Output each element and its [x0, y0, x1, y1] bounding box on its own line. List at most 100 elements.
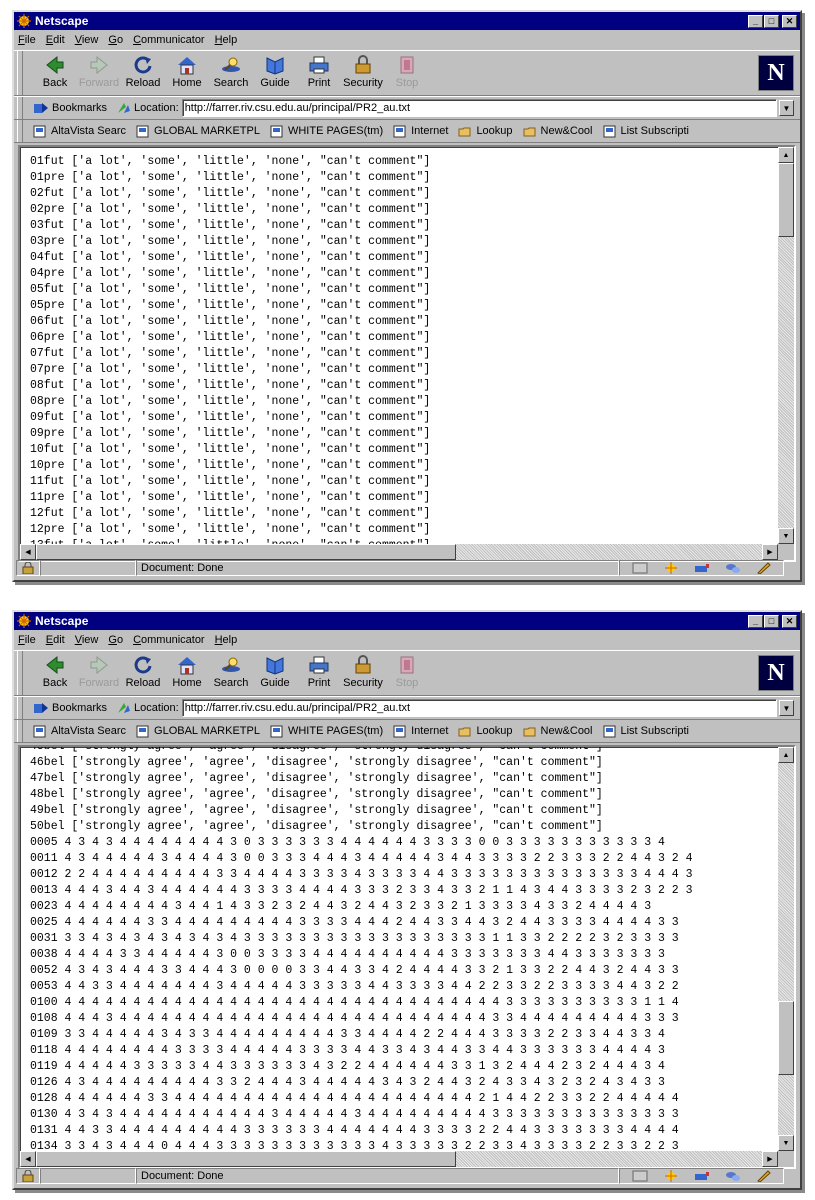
scroll-down-button[interactable]: ▼ [778, 528, 794, 544]
bookmark-lookup[interactable]: Lookup [458, 725, 513, 738]
bookmark-white-pages[interactable]: WHITE PAGES(tm) [270, 725, 383, 738]
home-button[interactable]: Home [165, 651, 209, 693]
location-grip[interactable] [17, 697, 23, 719]
maximize-button[interactable]: □ [764, 14, 779, 28]
bookmark-global-marketplace[interactable]: GLOBAL MARKETPL [136, 725, 260, 738]
back-button[interactable]: Back [33, 651, 77, 693]
print-button[interactable]: Print [297, 51, 341, 93]
hscroll-thumb[interactable] [36, 1151, 456, 1167]
menu-communicator[interactable]: Communicator [133, 34, 205, 46]
location-grip[interactable] [17, 97, 23, 119]
bookmark-list-subscriptions[interactable]: List Subscripti [603, 125, 689, 138]
location-dropdown-button[interactable]: ▼ [779, 100, 794, 116]
text-line: 11fut ['a lot', 'some', 'little', 'none'… [30, 475, 431, 488]
minimize-button[interactable]: _ [748, 614, 763, 628]
minimize-button[interactable]: _ [748, 14, 763, 28]
mailbox-icon[interactable] [694, 1170, 710, 1182]
print-button[interactable]: Print [297, 651, 341, 693]
title-bar[interactable]: Netscape _ □ ✕ [14, 612, 800, 630]
vertical-scrollbar[interactable]: ▲ ▼ [778, 147, 794, 544]
netscape-app-icon [17, 614, 31, 628]
bookmark-page-icon [136, 725, 149, 737]
bookmarks-button[interactable]: Bookmarks [33, 101, 107, 115]
netscape-logo[interactable]: N [758, 55, 794, 91]
discussions-icon[interactable] [725, 562, 741, 574]
bookmark-altavista[interactable]: AltaVista Searc [33, 725, 126, 738]
bookmark-new-cool[interactable]: New&Cool [523, 725, 593, 738]
horizontal-scrollbar[interactable]: ◀ ▶ [20, 1151, 778, 1167]
personal-grip[interactable] [17, 720, 23, 742]
maximize-button[interactable]: □ [764, 614, 779, 628]
mailbox-icon[interactable] [694, 562, 710, 574]
search-button[interactable]: Search [209, 651, 253, 693]
scroll-thumb[interactable] [778, 1001, 794, 1075]
bookmarks-button[interactable]: Bookmarks [33, 701, 107, 715]
menu-file[interactable]: File [18, 634, 36, 646]
composer-icon[interactable] [756, 562, 772, 574]
menu-edit[interactable]: Edit [46, 634, 65, 646]
close-button[interactable]: ✕ [782, 614, 797, 628]
navigator-icon[interactable] [632, 562, 648, 574]
personal-grip[interactable] [17, 120, 23, 142]
home-button[interactable]: Home [165, 51, 209, 93]
menu-view[interactable]: View [75, 634, 99, 646]
netscape-star-icon[interactable] [663, 562, 679, 574]
bookmark-altavista[interactable]: AltaVista Searc [33, 125, 126, 138]
scroll-up-button[interactable]: ▲ [778, 147, 794, 163]
menu-edit[interactable]: Edit [46, 34, 65, 46]
netscape-star-icon[interactable] [663, 1170, 679, 1182]
menu-communicator[interactable]: Communicator [133, 634, 205, 646]
scroll-thumb[interactable] [778, 163, 794, 237]
text-line: 01pre ['a lot', 'some', 'little', 'none'… [30, 171, 431, 184]
scroll-right-button[interactable]: ▶ [762, 1151, 778, 1167]
bookmark-lookup[interactable]: Lookup [458, 125, 513, 138]
forward-button[interactable]: Forward [77, 651, 121, 693]
title-bar[interactable]: Netscape _ □ ✕ [14, 12, 800, 30]
toolbar-grip[interactable] [17, 51, 23, 95]
navigator-icon[interactable] [632, 1170, 648, 1182]
vertical-scrollbar[interactable]: ▲ ▼ [778, 747, 794, 1151]
guide-button[interactable]: Guide [253, 51, 297, 93]
location-url-field[interactable]: http://farrer.riv.csu.edu.au/principal/P… [181, 699, 777, 717]
stop-button[interactable]: Stop [385, 51, 429, 93]
scroll-left-button[interactable]: ◀ [20, 1151, 36, 1167]
reload-button[interactable]: Reload [121, 51, 165, 93]
scroll-down-button[interactable]: ▼ [778, 1135, 794, 1151]
security-status-cell[interactable] [16, 560, 40, 576]
bookmark-new-cool[interactable]: New&Cool [523, 125, 593, 138]
menu-view[interactable]: View [75, 34, 99, 46]
guide-button[interactable]: Guide [253, 651, 297, 693]
discussions-icon[interactable] [725, 1170, 741, 1182]
bookmark-internet[interactable]: Internet [393, 125, 448, 138]
security-status-cell[interactable] [16, 1168, 40, 1184]
padlock-icon [22, 1170, 34, 1182]
stop-button[interactable]: Stop [385, 651, 429, 693]
reload-button[interactable]: Reload [121, 651, 165, 693]
menu-go[interactable]: Go [108, 634, 123, 646]
bookmark-page-icon [393, 125, 406, 137]
security-button[interactable]: Security [341, 651, 385, 693]
bookmark-white-pages[interactable]: WHITE PAGES(tm) [270, 125, 383, 138]
scroll-up-button[interactable]: ▲ [778, 747, 794, 763]
composer-icon[interactable] [756, 1170, 772, 1182]
menu-help[interactable]: Help [215, 34, 238, 46]
bookmark-list-subscriptions[interactable]: List Subscripti [603, 725, 689, 738]
close-button[interactable]: ✕ [782, 14, 797, 28]
browser-window: Netscape _ □ ✕ File Edit View Go Communi… [12, 610, 802, 1190]
netscape-logo[interactable]: N [758, 655, 794, 691]
guide-icon [266, 657, 284, 675]
forward-button[interactable]: Forward [77, 51, 121, 93]
bookmark-internet[interactable]: Internet [393, 725, 448, 738]
menu-file[interactable]: File [18, 34, 36, 46]
location-url-field[interactable]: http://farrer.riv.csu.edu.au/principal/P… [181, 99, 777, 117]
page-content[interactable]: 01fut ['a lot', 'some', 'little', 'none'… [18, 145, 796, 562]
page-content[interactable]: 45bel ['strongly agree', 'agree', 'disag… [18, 745, 796, 1169]
toolbar-grip[interactable] [17, 651, 23, 695]
location-dropdown-button[interactable]: ▼ [779, 700, 794, 716]
bookmark-global-marketplace[interactable]: GLOBAL MARKETPL [136, 125, 260, 138]
security-button[interactable]: Security [341, 51, 385, 93]
menu-go[interactable]: Go [108, 34, 123, 46]
back-button[interactable]: Back [33, 51, 77, 93]
menu-help[interactable]: Help [215, 634, 238, 646]
search-button[interactable]: Search [209, 51, 253, 93]
